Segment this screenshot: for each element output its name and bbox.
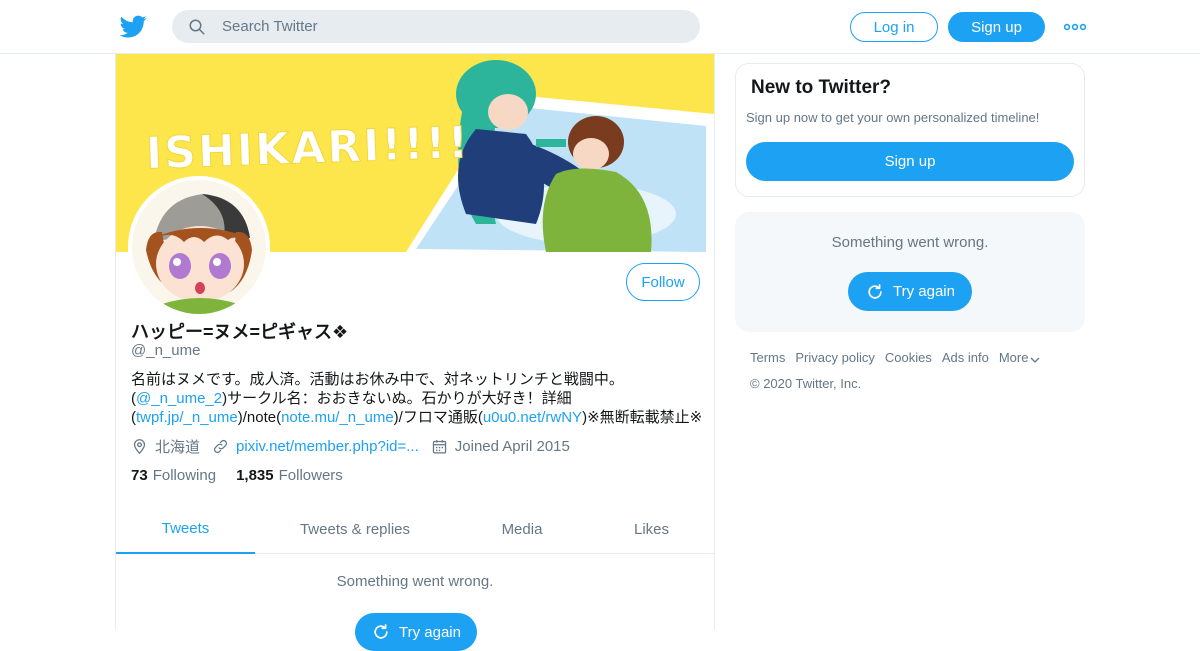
profile-avatar[interactable] — [128, 176, 270, 318]
profile-website[interactable]: pixiv.net/member.php?id=... — [212, 438, 419, 455]
followers-label: Followers — [278, 467, 343, 484]
tab-media[interactable]: Media — [455, 504, 589, 554]
footer: Terms Privacy policy Cookies Ads info Mo… — [750, 350, 1090, 391]
bio-mention-link[interactable]: @_n_ume_2 — [136, 390, 222, 407]
profile-bio: 名前はヌメです。成人済。活動はお休み中で、対ネットリンチと戦闘中。 (@_n_u… — [131, 370, 706, 427]
profile-stats: 73 Following 1,835 Followers — [131, 467, 363, 484]
profile-meta: 北海道 pixiv.net/member.php?id=... Joined A… — [131, 436, 582, 456]
bio-line: (twpf.jp/_n_ume)/note(note.mu/_n_ume)/フロ… — [131, 408, 706, 427]
followers-stat[interactable]: 1,835 Followers — [236, 467, 343, 484]
login-button[interactable]: Log in — [850, 12, 938, 42]
timeline-error-message: Something went wrong. — [336, 573, 494, 590]
following-stat[interactable]: 73 Following — [131, 467, 216, 484]
profile-joined: Joined April 2015 — [431, 438, 570, 455]
chevron-down-icon — [1030, 357, 1040, 363]
website-link[interactable]: pixiv.net/member.php?id=... — [236, 438, 419, 455]
footer-more-label: More — [998, 350, 1029, 365]
bio-text: )/フロマ通販( — [393, 409, 483, 426]
footer-link-more[interactable]: More — [999, 350, 1041, 365]
footer-link-privacy[interactable]: Privacy policy — [795, 350, 874, 365]
timeline-try-again-button[interactable]: Try again — [355, 613, 477, 651]
twitter-bird-icon[interactable] — [120, 13, 147, 40]
profile-handle[interactable]: @_n_ume — [131, 342, 200, 359]
try-again-label: Try again — [399, 623, 461, 641]
tab-tweets[interactable]: Tweets — [116, 504, 255, 554]
refresh-icon — [374, 624, 388, 639]
bio-line: 名前はヌメです。成人済。活動はお休み中で、対ネットリンチと戦闘中。 — [131, 371, 624, 388]
bio-link-twpf[interactable]: twpf.jp/_n_ume — [136, 409, 238, 426]
tab-tweets-replies[interactable]: Tweets & replies — [255, 504, 455, 554]
try-again-label: Try again — [893, 283, 955, 300]
joined-text: Joined April 2015 — [454, 437, 570, 455]
sidebar-error-message: Something went wrong. — [831, 234, 989, 251]
sidebar-signup-button[interactable]: Sign up — [746, 142, 1074, 181]
refresh-icon — [868, 283, 882, 299]
signup-button[interactable]: Sign up — [948, 12, 1045, 42]
profile-column: ISHIKARI!!!! Follow ハッピー=ヌメ=ピギャス❖ @_n_um… — [115, 54, 715, 651]
bio-text: )サークル名：おおきないぬ。石かりが大好き！詳細 — [222, 390, 572, 407]
sidebar-error-card: Something went wrong. Try again — [735, 212, 1085, 332]
footer-link-ads-info[interactable]: Ads info — [942, 350, 989, 365]
footer-link-terms[interactable]: Terms — [750, 350, 785, 365]
bio-link-note[interactable]: note.mu/_n_ume — [281, 409, 394, 426]
link-icon — [213, 439, 228, 453]
new-to-twitter-card: New to Twitter? Sign up now to get your … — [735, 63, 1085, 197]
followers-count: 1,835 — [236, 467, 274, 484]
profile-display-name: ハッピー=ヌメ=ピギャス❖ — [131, 322, 349, 342]
following-count: 73 — [131, 467, 148, 484]
following-label: Following — [152, 467, 217, 484]
top-navigation-bar: Log in Sign up — [0, 0, 1200, 54]
follow-button[interactable]: Follow — [626, 263, 700, 301]
search-input[interactable] — [222, 10, 682, 43]
search-box[interactable] — [172, 10, 700, 43]
tab-likes[interactable]: Likes — [589, 504, 714, 554]
footer-link-cookies[interactable]: Cookies — [885, 350, 932, 365]
profile-tabs: Tweets Tweets & replies Media Likes — [116, 504, 714, 554]
sidebar-try-again-button[interactable]: Try again — [848, 272, 972, 311]
new-to-twitter-subtitle: Sign up now to get your own personalized… — [746, 110, 1040, 125]
new-to-twitter-title: New to Twitter? — [751, 77, 892, 98]
footer-links: Terms Privacy policy Cookies Ads info Mo… — [750, 350, 1090, 365]
bio-text: )※無断転載禁止※ — [582, 409, 703, 426]
calendar-icon — [432, 439, 446, 454]
avatar-illustration — [132, 180, 266, 314]
bio-text: )/note( — [237, 409, 282, 426]
footer-copyright: © 2020 Twitter, Inc. — [750, 376, 862, 391]
bio-link-shop[interactable]: u0u0.net/rwNY — [483, 409, 582, 426]
location-text: 北海道 — [155, 438, 201, 456]
search-icon — [189, 19, 205, 35]
profile-location: 北海道 — [131, 436, 200, 457]
bio-line: (@_n_ume_2)サークル名：おおきないぬ。石かりが大好き！詳細 — [131, 389, 706, 408]
location-pin-icon — [133, 438, 146, 454]
more-dots-icon[interactable] — [1064, 22, 1086, 32]
